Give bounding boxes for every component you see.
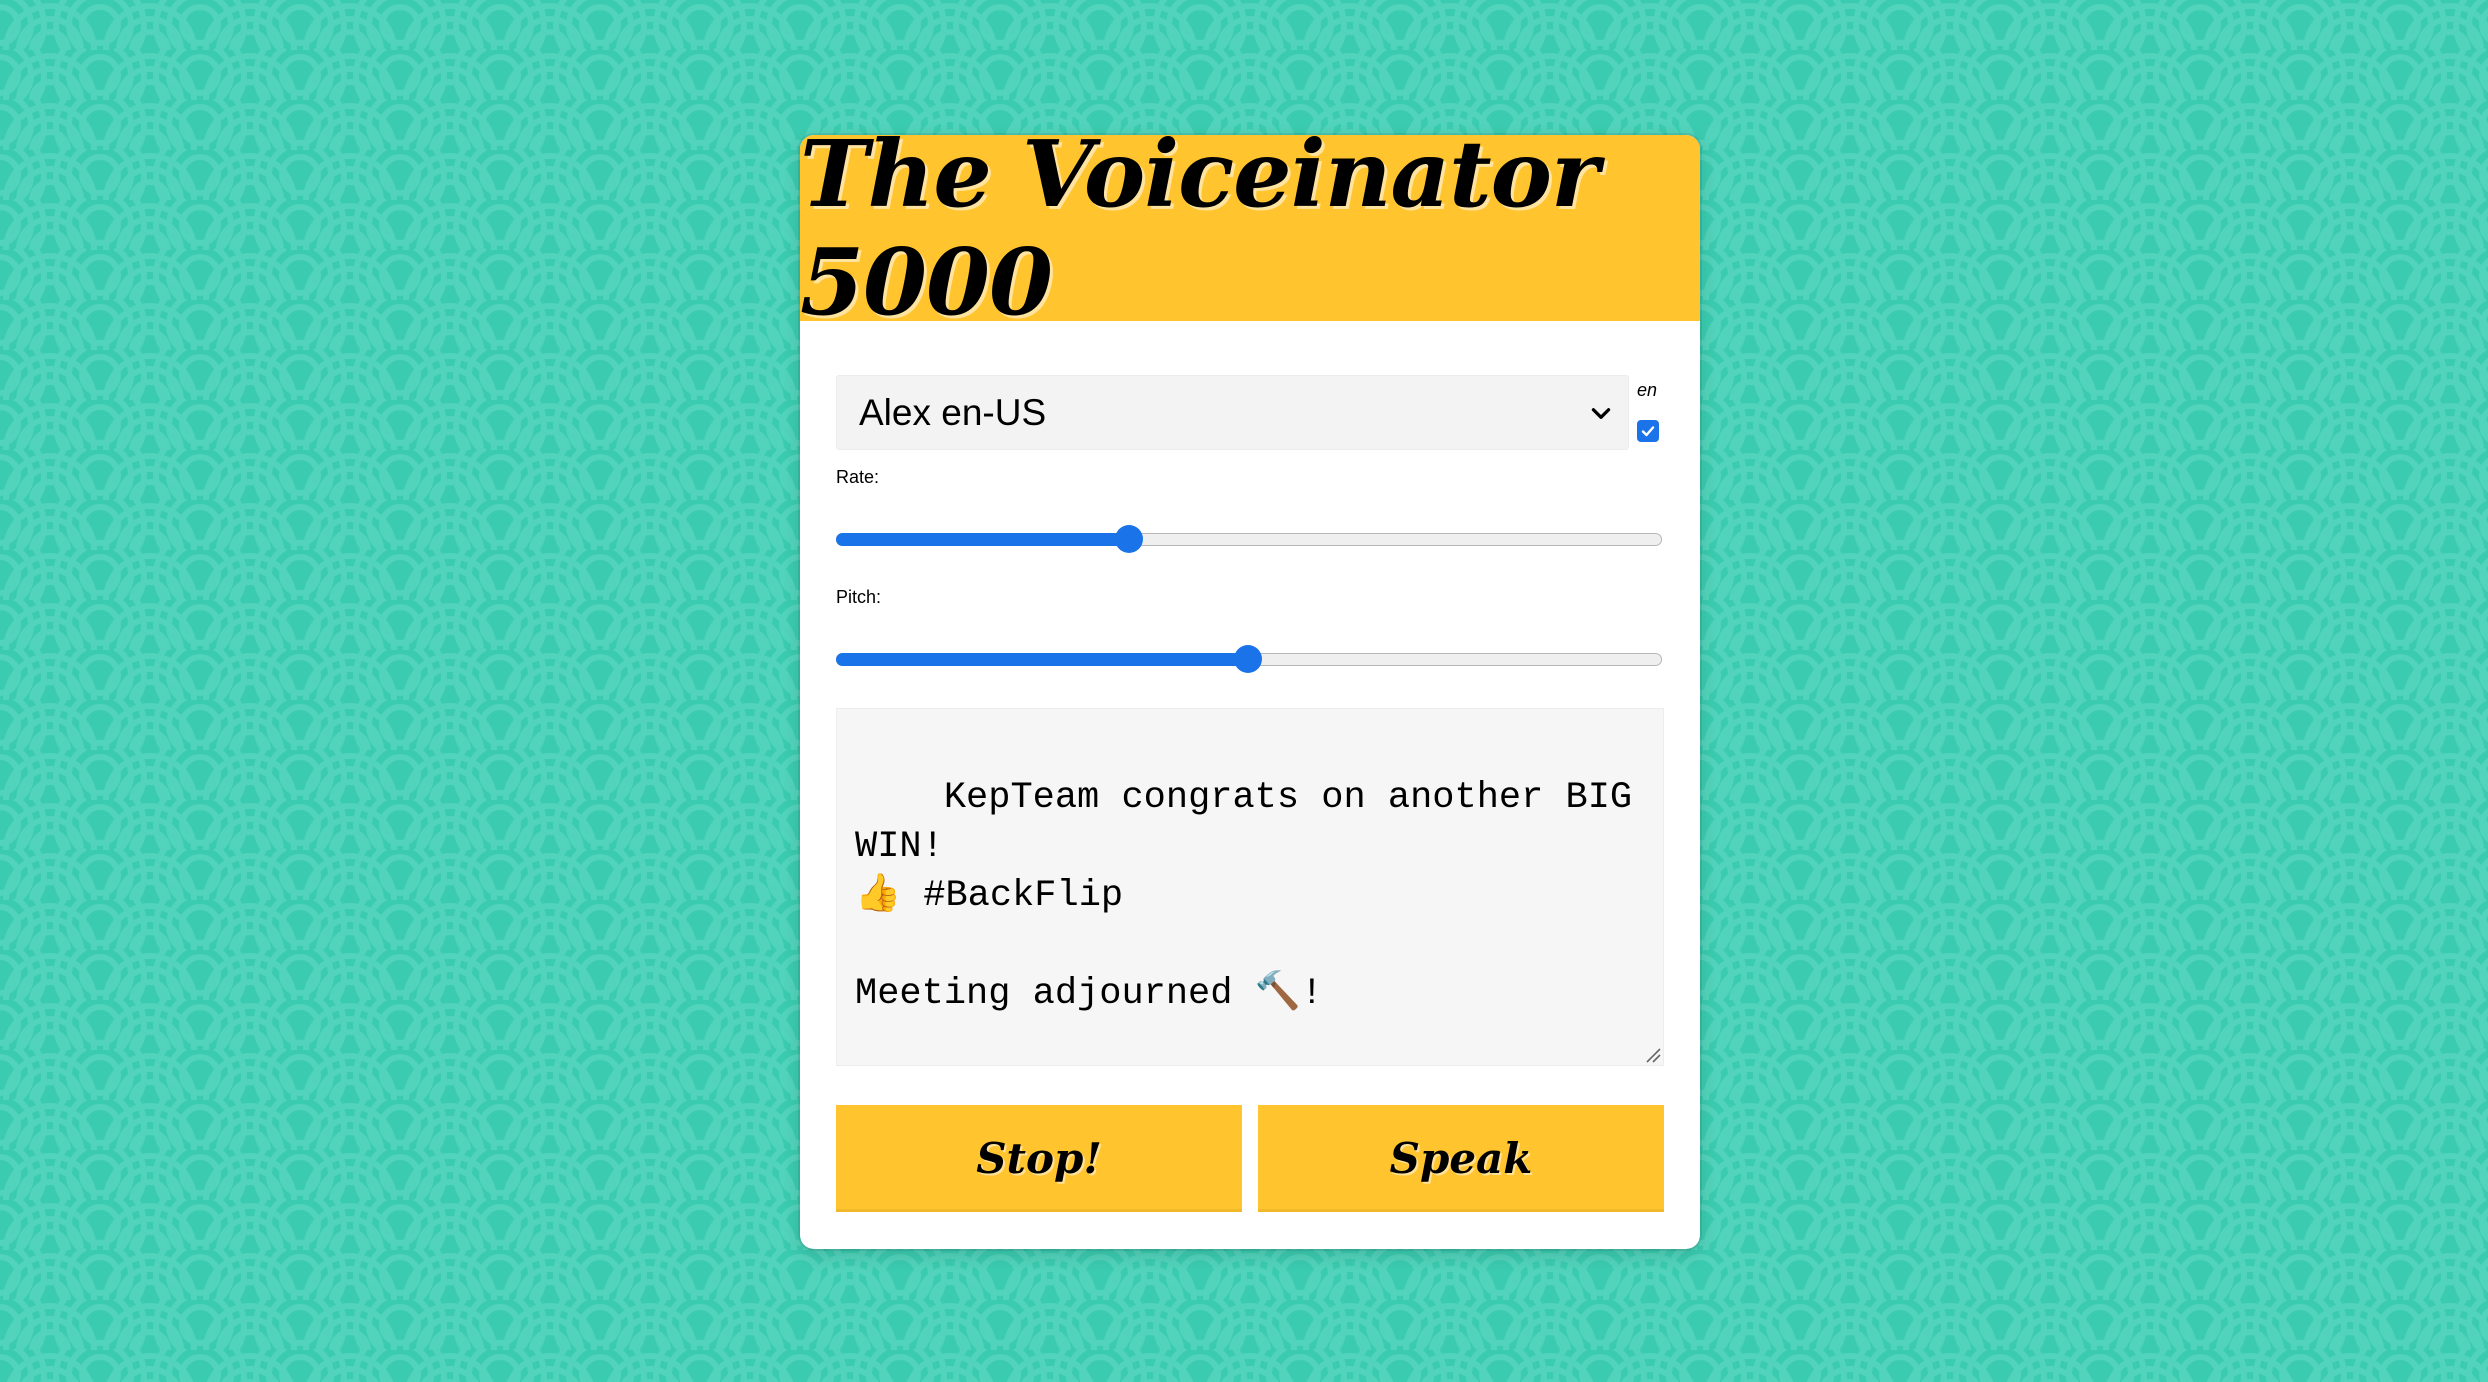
- message-text: KepTeam congrats on another BIG WIN! 👍 #…: [855, 777, 1633, 1015]
- pitch-slider-thumb[interactable]: [1234, 645, 1262, 673]
- message-textarea[interactable]: KepTeam congrats on another BIG WIN! 👍 #…: [836, 708, 1664, 1066]
- app-title: The Voiceinator 5000: [800, 135, 1600, 336]
- rate-slider[interactable]: [836, 524, 1662, 554]
- rate-label: Rate:: [836, 467, 880, 487]
- rate-slider-thumb[interactable]: [1114, 525, 1143, 553]
- speak-button[interactable]: Speak: [1258, 1105, 1664, 1212]
- language-filter-label: en: [1637, 380, 1658, 400]
- chevron-down-icon: [1591, 408, 1611, 419]
- voice-select[interactable]: Alex en-US: [836, 375, 1629, 450]
- pitch-slider[interactable]: [836, 644, 1662, 674]
- header-banner: The Voiceinator 5000: [800, 135, 1700, 336]
- language-filter-checkbox[interactable]: [1637, 420, 1659, 442]
- checkmark-icon: [1641, 426, 1655, 437]
- pitch-slider-fill: [836, 653, 1248, 666]
- voice-select-value: Alex en-US: [859, 391, 1047, 433]
- pitch-label: Pitch:: [836, 587, 882, 607]
- voiceinator-panel: The Voiceinator 5000 Alex en-US en Rate:…: [800, 135, 1700, 1249]
- rate-slider-fill: [836, 533, 1129, 546]
- resize-handle-icon[interactable]: [1643, 1045, 1661, 1063]
- stop-button[interactable]: Stop!: [836, 1105, 1242, 1212]
